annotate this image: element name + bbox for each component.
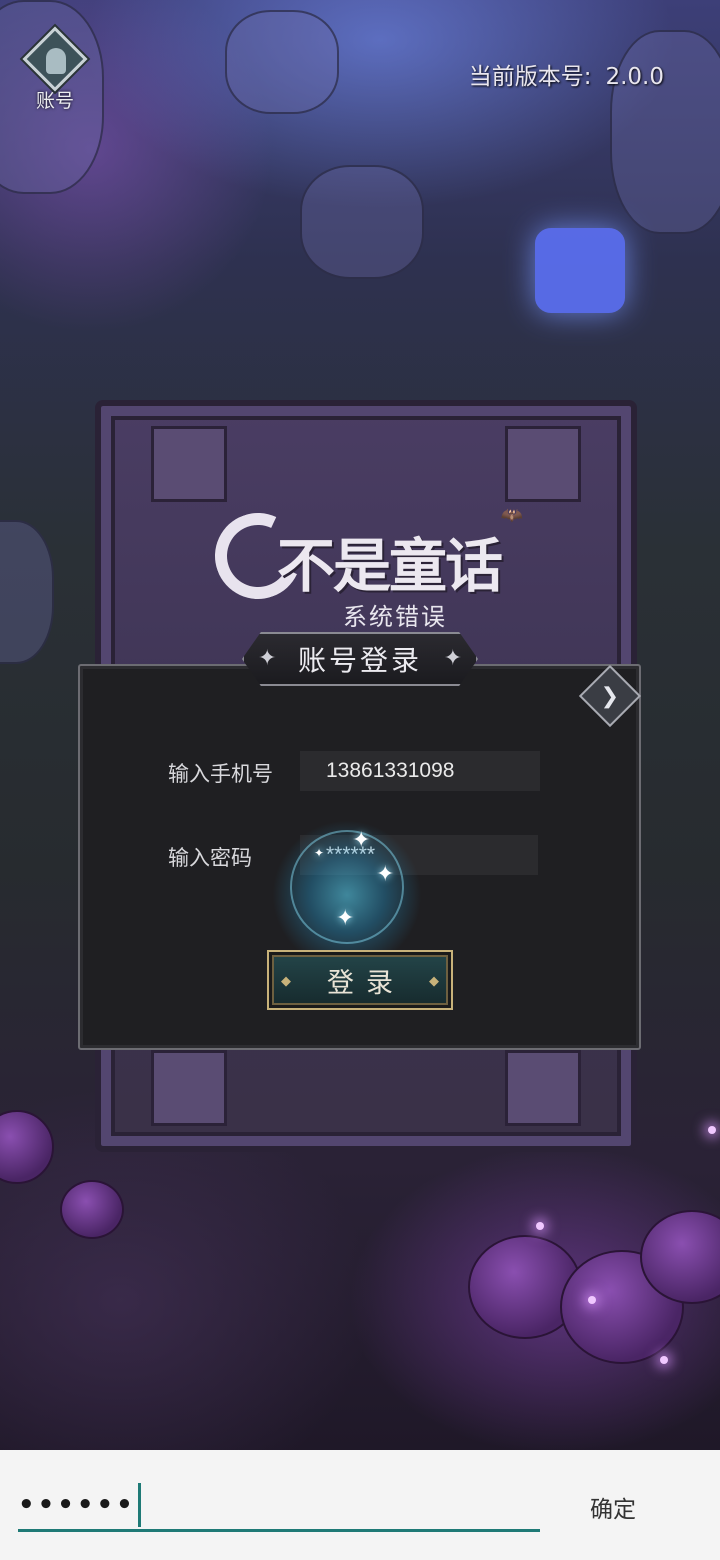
star-ornament-icon: ✦: [443, 646, 462, 671]
glow-spark: [708, 1126, 716, 1134]
login-button-label: 登录: [327, 967, 405, 999]
purple-mushroom: [0, 1110, 54, 1184]
diamond-ornament-icon: ◆: [429, 974, 439, 989]
version-info: 当前版本号: 2.0.0: [469, 57, 664, 91]
phone-label: 输入手机号: [168, 762, 273, 786]
diamond-ornament-icon: ◆: [281, 974, 291, 989]
glow-spark: [660, 1356, 668, 1364]
dialog-title: 账号登录: [297, 644, 422, 677]
version-label: 当前版本号:: [468, 64, 592, 90]
glow-spark: [536, 1222, 544, 1230]
phone-input[interactable]: 13861331098: [300, 751, 540, 791]
dialog-title-plate: ✦ 账号登录 ✦: [242, 632, 478, 686]
book-corner-ornament: [151, 1050, 227, 1126]
background-rock: [300, 165, 424, 279]
logo-subtitle: 系统错误: [343, 603, 447, 631]
game-logo: 不是童话 🦇 系统错误: [202, 500, 535, 631]
star-ornament-icon: ✦: [258, 646, 277, 671]
password-input[interactable]: ******: [300, 835, 538, 875]
book-corner-ornament: [505, 426, 581, 502]
close-icon: ❯: [600, 683, 620, 709]
bat-icon: 🦇: [500, 505, 523, 526]
ime-text: ••••••: [18, 1489, 136, 1520]
password-label: 输入密码: [168, 846, 252, 870]
blue-crystal: [535, 228, 625, 313]
account-label: 账号: [36, 90, 75, 112]
version-value: 2.0.0: [605, 64, 664, 90]
text-cursor: [137, 1482, 141, 1527]
login-button[interactable]: ◆ 登录 ◆: [267, 950, 453, 1010]
purple-mushroom: [60, 1180, 124, 1239]
logo-title: 不是童话: [277, 532, 503, 600]
confirm-button[interactable]: 确定: [590, 1490, 636, 1524]
book-corner-ornament: [151, 426, 227, 502]
book-corner-ornament: [505, 1050, 581, 1126]
hooded-avatar-icon: [46, 48, 66, 74]
ime-text-field[interactable]: ••••••: [18, 1480, 540, 1532]
account-button[interactable]: 账号: [22, 26, 98, 112]
background-rock: [225, 10, 339, 114]
glow-spark: [588, 1296, 596, 1304]
background-rock: [0, 520, 54, 664]
keyboard-input-bar: •••••• 确定: [0, 1450, 720, 1560]
